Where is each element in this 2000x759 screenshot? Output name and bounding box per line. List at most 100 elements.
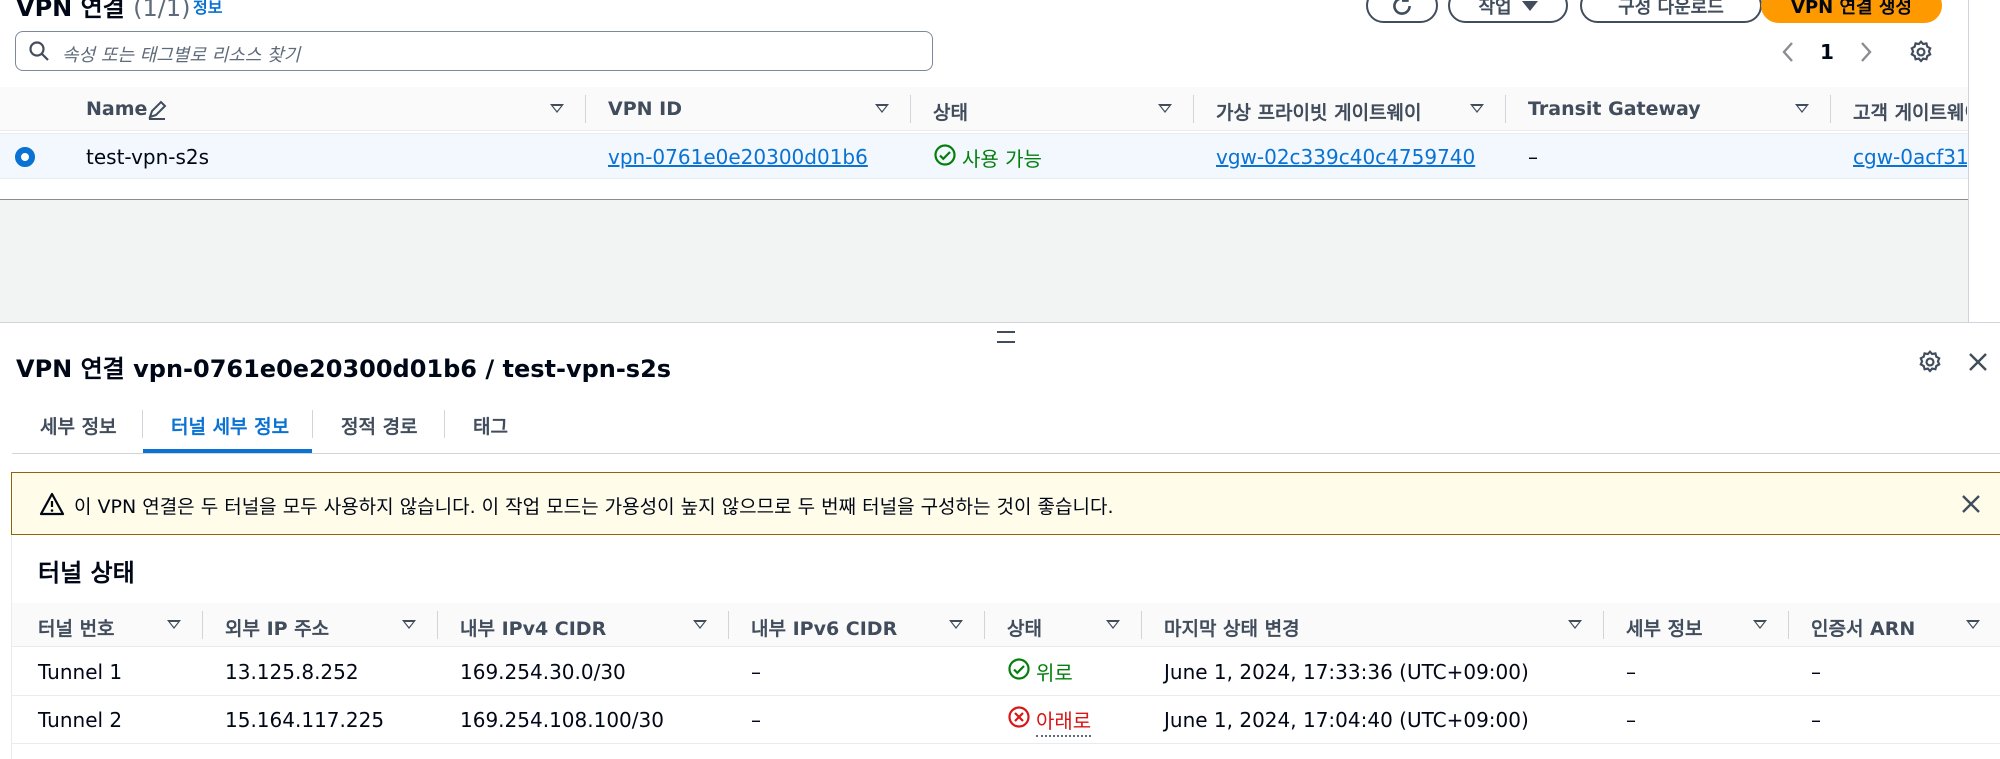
column-divider — [1830, 95, 1831, 123]
sort-icon[interactable] — [1568, 620, 1582, 629]
tunnel-section-title: 터널 상태 — [38, 559, 135, 587]
panel-scroll-edge — [1968, 0, 1969, 322]
certificate-arn: – — [1811, 708, 1821, 732]
row-divider — [12, 695, 2000, 696]
col-header-vpn-id[interactable]: VPN ID — [608, 98, 682, 120]
col-header-status[interactable]: 상태 — [1007, 614, 1042, 641]
inside-ipv4-cidr: 169.254.30.0/30 — [460, 660, 626, 684]
close-icon[interactable] — [1966, 350, 1990, 374]
actions-button[interactable]: 작업 — [1448, 0, 1568, 23]
actions-label: 작업 — [1478, 0, 1512, 18]
col-header-last-status-change[interactable]: 마지막 상태 변경 — [1164, 614, 1300, 641]
sort-icon[interactable] — [1753, 620, 1767, 629]
refresh-button[interactable] — [1366, 0, 1438, 23]
last-status-change: June 1, 2024, 17:04:40 (UTC+09:00) — [1164, 708, 1529, 732]
page-number[interactable]: 1 — [1820, 40, 1834, 64]
outside-ip: 13.125.8.252 — [225, 660, 359, 684]
sort-icon[interactable] — [693, 620, 707, 629]
outside-ip: 15.164.117.225 — [225, 708, 385, 732]
column-divider — [1141, 611, 1142, 639]
search-icon — [29, 41, 49, 61]
tunnel-details: – — [1626, 660, 1636, 684]
settings-gear-icon[interactable] — [1908, 39, 1934, 65]
row-vpn-id-link[interactable]: vpn-0761e0e20300d01b6 — [608, 145, 868, 169]
status-check-icon — [934, 144, 956, 166]
sort-icon[interactable] — [1158, 104, 1172, 113]
tab-divider — [312, 410, 313, 438]
tunnel-status: 위로 — [1036, 661, 1073, 685]
col-header-tunnel-number[interactable]: 터널 번호 — [38, 614, 115, 641]
page-title: VPN 연결 (1/1) — [16, 0, 190, 23]
column-divider — [202, 611, 203, 639]
page-title-text: VPN 연결 — [16, 0, 125, 22]
tabs-border — [12, 453, 2000, 454]
sort-icon[interactable] — [949, 620, 963, 629]
warning-message: 이 VPN 연결은 두 터널을 모두 사용하지 않습니다. 이 작업 모드는 가… — [74, 496, 1114, 518]
tab-static-routes[interactable]: 정적 경로 — [341, 412, 418, 439]
tab-tags[interactable]: 태그 — [473, 412, 508, 439]
column-divider — [1505, 95, 1506, 123]
tunnel-status-popover[interactable]: 아래로 — [1036, 705, 1092, 737]
tunnel-number: Tunnel 1 — [38, 660, 123, 684]
column-divider — [1193, 95, 1194, 123]
panel-gutter — [0, 200, 1968, 322]
selection-count: (1/1) — [133, 0, 191, 22]
last-status-change: June 1, 2024, 17:33:36 (UTC+09:00) — [1164, 660, 1529, 684]
row-radio[interactable] — [15, 147, 35, 167]
col-header-name[interactable]: Name — [86, 98, 147, 120]
chevron-right-icon[interactable] — [1858, 40, 1874, 64]
inside-ipv4-cidr: 169.254.108.100/30 — [460, 708, 664, 732]
col-header-vgw[interactable]: 가상 프라이빗 게이트웨이 — [1216, 98, 1422, 125]
sort-icon[interactable] — [875, 104, 889, 113]
detail-title: VPN 연결 vpn-0761e0e20300d01b6 / test-vpn-… — [16, 355, 672, 383]
sort-icon[interactable] — [1106, 620, 1120, 629]
dismiss-icon[interactable] — [1960, 493, 1982, 515]
create-vpn-button[interactable]: VPN 연결 생성 — [1761, 0, 1942, 23]
settings-gear-icon[interactable] — [1917, 349, 1943, 375]
tab-tunnel-details[interactable]: 터널 세부 정보 — [171, 412, 289, 439]
edit-icon — [148, 100, 167, 120]
column-divider — [728, 611, 729, 639]
download-config-button[interactable]: 구성 다운로드 — [1580, 0, 1762, 23]
column-divider — [585, 95, 586, 123]
inside-ipv6-cidr: – — [751, 660, 761, 684]
row-name: test-vpn-s2s — [86, 145, 210, 169]
col-header-inside-ipv4[interactable]: 내부 IPv4 CIDR — [460, 614, 606, 641]
column-divider — [1788, 611, 1789, 639]
col-header-inside-ipv6[interactable]: 내부 IPv6 CIDR — [751, 614, 897, 641]
resize-handle-icon[interactable] — [997, 331, 1015, 343]
tunnel-number: Tunnel 2 — [38, 708, 123, 732]
tab-divider — [142, 410, 143, 438]
column-divider — [910, 95, 911, 123]
row-vgw-link[interactable]: vgw-02c339c40c4759740 — [1216, 145, 1475, 169]
certificate-arn: – — [1811, 660, 1821, 684]
sort-icon[interactable] — [550, 104, 564, 113]
search-input[interactable]: 속성 또는 태그별로 리소스 찾기 — [15, 31, 933, 71]
sort-icon[interactable] — [1470, 104, 1484, 113]
tab-divider — [444, 410, 445, 438]
col-header-status[interactable]: 상태 — [933, 98, 968, 125]
column-divider — [984, 611, 985, 639]
column-divider — [1603, 611, 1604, 639]
row-cgw-link[interactable]: cgw-0acf31e — [1853, 145, 1967, 169]
inside-ipv6-cidr: – — [751, 708, 761, 732]
sort-icon[interactable] — [1966, 620, 1980, 629]
refresh-icon — [1393, 0, 1411, 15]
split-divider — [0, 322, 2000, 323]
row-transit-gateway: – — [1528, 145, 1538, 169]
chevron-left-icon[interactable] — [1780, 40, 1796, 64]
col-header-cgw[interactable]: 고객 게이트웨이 — [1853, 98, 1967, 125]
col-header-details[interactable]: 세부 정보 — [1626, 614, 1703, 641]
sort-icon[interactable] — [402, 620, 416, 629]
warning-icon — [39, 492, 65, 516]
status-up-icon — [1008, 658, 1030, 680]
tunnel-details: – — [1626, 708, 1636, 732]
sort-icon[interactable] — [1795, 104, 1809, 113]
info-link[interactable]: 정보 — [193, 0, 222, 18]
col-header-certificate-arn[interactable]: 인증서 ARN — [1811, 614, 1915, 641]
col-header-outside-ip[interactable]: 외부 IP 주소 — [225, 614, 329, 641]
tab-details[interactable]: 세부 정보 — [40, 412, 117, 439]
sort-icon[interactable] — [167, 620, 181, 629]
row-divider — [12, 743, 2000, 744]
col-header-transit-gateway[interactable]: Transit Gateway — [1528, 98, 1701, 120]
